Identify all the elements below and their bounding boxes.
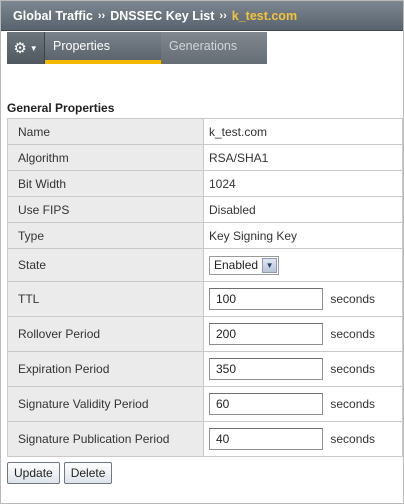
table-row: Use FIPS Disabled [7,196,403,223]
gear-icon: ⚙ [13,39,27,57]
algorithm-label: Algorithm [7,144,204,171]
signature-validity-period-input[interactable] [209,393,323,415]
expiration-period-input[interactable] [209,358,323,380]
use-fips-value: Disabled [203,196,403,223]
table-row: State Enabled ▼ [7,248,403,282]
state-select[interactable]: Enabled ▼ [209,255,280,275]
signature-publication-period-label: Signature Publication Period [7,421,204,457]
state-label: State [7,248,204,282]
signature-validity-period-unit: seconds [330,397,376,411]
breadcrumb-separator: ›› [219,9,227,22]
ttl-unit: seconds [330,292,376,306]
rollover-period-input[interactable] [209,323,323,345]
table-row: Algorithm RSA/SHA1 [7,144,403,171]
signature-publication-period-input[interactable] [209,428,323,450]
tab-bar: ⚙ ▼ Properties Generations [1,32,403,66]
table-row: Signature Validity Period seconds [7,386,403,422]
expiration-period-cell: seconds [203,351,403,387]
breadcrumb: Global Traffic ›› DNSSEC Key List ›› k_t… [1,1,403,31]
name-value: k_test.com [203,118,403,145]
ttl-input[interactable] [209,288,323,310]
signature-validity-period-cell: seconds [203,386,403,422]
state-cell: Enabled ▼ [203,248,403,282]
menu-button[interactable]: ⚙ ▼ [7,32,45,64]
rollover-period-cell: seconds [203,316,403,352]
breadcrumb-dnssec-key-list[interactable]: DNSSEC Key List [110,9,214,23]
update-button[interactable]: Update [7,462,60,484]
tab-properties[interactable]: Properties [45,32,161,64]
breadcrumb-separator: ›› [97,9,106,22]
properties-table: Name k_test.com Algorithm RSA/SHA1 Bit W… [7,118,403,457]
bit-width-label: Bit Width [7,170,204,197]
tab-strip: ⚙ ▼ Properties Generations [7,32,267,64]
table-row: Signature Publication Period seconds [7,421,403,457]
chevron-down-icon: ▼ [262,257,278,273]
type-label: Type [7,222,204,249]
expiration-period-label: Expiration Period [7,351,204,387]
table-row: TTL seconds [7,281,403,317]
rollover-period-unit: seconds [330,327,376,341]
table-row: Expiration Period seconds [7,351,403,387]
delete-button[interactable]: Delete [63,462,113,484]
form-buttons: Update Delete [7,462,113,484]
table-row: Rollover Period seconds [7,316,403,352]
signature-publication-period-unit: seconds [330,432,376,446]
table-row: Name k_test.com [7,118,403,145]
rollover-period-label: Rollover Period [7,316,204,352]
table-row: Type Key Signing Key [7,222,403,249]
name-label: Name [7,118,204,145]
type-value: Key Signing Key [203,222,403,249]
signature-validity-period-label: Signature Validity Period [7,386,204,422]
ttl-label: TTL [7,281,204,317]
chevron-down-icon: ▼ [29,43,38,53]
bit-width-value: 1024 [203,170,403,197]
use-fips-label: Use FIPS [7,196,204,223]
table-row: Bit Width 1024 [7,170,403,197]
ttl-cell: seconds [203,281,403,317]
breadcrumb-current: k_test.com [231,8,298,23]
state-selected-value: Enabled [214,258,259,272]
expiration-period-unit: seconds [330,362,376,376]
section-title: General Properties [7,101,115,115]
algorithm-value: RSA/SHA1 [203,144,403,171]
tab-generations[interactable]: Generations [161,32,267,64]
breadcrumb-global-traffic[interactable]: Global Traffic [13,9,93,23]
signature-publication-period-cell: seconds [203,421,403,457]
